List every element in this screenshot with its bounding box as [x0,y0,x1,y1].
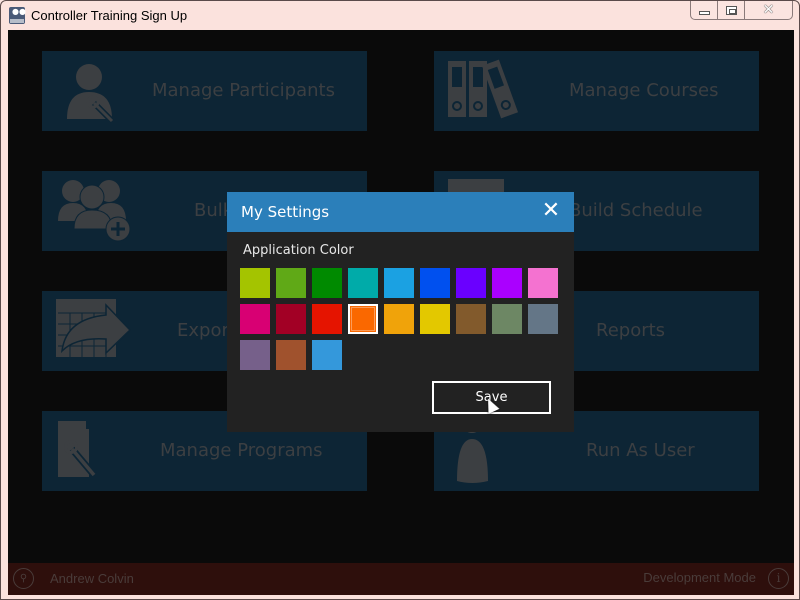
color-swatch[interactable] [240,304,270,334]
settings-dialog: My Settings ✕ Application Color Save [227,192,574,432]
status-bar: ⚲ Andrew Colvin Development Mode i [8,563,794,595]
binders-icon [448,59,519,119]
dialog-title: My Settings [241,203,330,221]
color-swatch[interactable] [528,304,558,334]
tile-manage-participants[interactable]: Manage Participants [42,51,367,131]
color-swatch[interactable] [348,268,378,298]
color-swatch[interactable] [312,268,342,298]
mode-label: Development Mode [643,570,756,585]
color-swatch[interactable] [492,268,522,298]
color-swatch[interactable] [492,304,522,334]
tile-label: Manage Courses [569,80,719,101]
maximize-icon [725,5,737,15]
minimize-button[interactable] [691,1,718,19]
close-icon: ✕ [762,2,775,18]
document-wrench-icon [58,421,97,478]
dialog-header: My Settings ✕ [227,192,574,232]
tile-manage-courses[interactable]: Manage Courses [434,51,759,131]
color-swatch[interactable] [276,268,306,298]
app-window: ●● Controller Training Sign Up ✕ Manage … [0,0,800,600]
color-swatch[interactable] [276,340,306,370]
color-swatch[interactable] [384,304,414,334]
window-controls: ✕ [690,1,793,20]
maximize-button[interactable] [718,1,745,19]
group-add-icon [58,180,131,242]
window-title: Controller Training Sign Up [31,8,188,23]
app-icon: ●● [9,7,26,24]
dialog-close-button[interactable]: ✕ [540,200,562,222]
color-swatch[interactable] [420,304,450,334]
color-swatch[interactable] [528,268,558,298]
color-swatch[interactable] [420,268,450,298]
color-swatch[interactable] [312,304,342,334]
close-window-button[interactable]: ✕ [745,1,792,19]
key-icon[interactable]: ⚲ [13,568,34,589]
color-swatch[interactable] [456,304,486,334]
tile-label: Build Schedule [569,200,703,221]
color-swatch[interactable] [348,304,378,334]
title-bar[interactable]: ●● Controller Training Sign Up ✕ [1,1,799,31]
current-user: Andrew Colvin [50,571,134,586]
tile-label: Run As User [586,440,695,461]
color-swatch[interactable] [312,340,342,370]
close-icon: ✕ [541,198,561,223]
color-swatch[interactable] [240,340,270,370]
table-export-icon [56,299,132,357]
tile-label: Reports [596,320,666,341]
tile-label: Expor [177,320,229,341]
color-swatch[interactable] [384,268,414,298]
info-icon[interactable]: i [768,568,789,589]
color-swatch[interactable] [240,268,270,298]
tile-label: Manage Participants [152,80,335,101]
color-swatch[interactable] [456,268,486,298]
color-swatch[interactable] [276,304,306,334]
user-wrench-icon [67,64,115,123]
minimize-icon [698,10,710,15]
application-color-label: Application Color [243,243,354,258]
